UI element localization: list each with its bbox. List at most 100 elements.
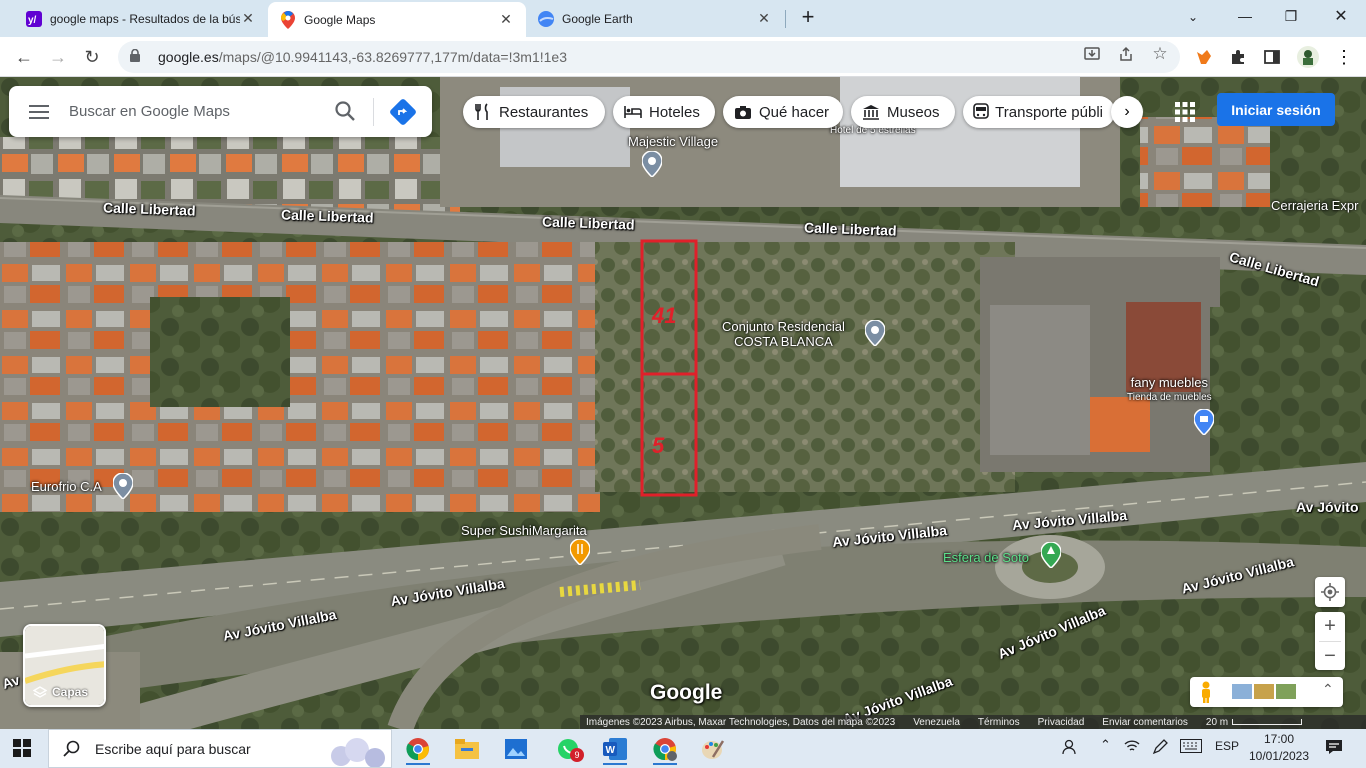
close-tab-icon[interactable]: ✕: [498, 11, 514, 28]
my-location-button[interactable]: [1315, 577, 1345, 607]
extensions-puzzle-icon[interactable]: [1226, 45, 1250, 69]
tab-title: Google Earth: [562, 11, 633, 26]
people-icon[interactable]: [1062, 739, 1080, 758]
close-window-button[interactable]: ✕: [1318, 0, 1364, 32]
taskbar-clock[interactable]: 17:00 10/01/2023: [1247, 731, 1311, 765]
chip-label: Museos: [887, 103, 940, 121]
museum-icon: [861, 102, 881, 122]
touch-keyboard-icon[interactable]: [1180, 739, 1202, 756]
restaurant-pin-icon[interactable]: [570, 539, 590, 565]
search-icon[interactable]: [333, 99, 357, 123]
directions-icon[interactable]: [389, 98, 417, 126]
new-tab-button[interactable]: +: [795, 4, 821, 30]
scale-label[interactable]: 20 m: [1206, 717, 1228, 728]
tab-search-chevron-icon[interactable]: ⌄: [1180, 4, 1206, 30]
place-label[interactable]: Cerrajeria Expr: [1271, 198, 1366, 213]
layers-toggle-button[interactable]: Capas: [23, 624, 106, 707]
taskbar-paint-icon[interactable]: [693, 732, 733, 765]
taskbar-file-explorer-icon[interactable]: [447, 732, 487, 765]
imagery-attribution: Imágenes ©2023 Airbus, Maxar Technologie…: [586, 716, 896, 728]
layers-label: Capas: [52, 685, 89, 699]
place-label[interactable]: Esfera de Soto: [943, 550, 1029, 565]
google-maps-icon: [280, 10, 296, 29]
taskbar-photos-icon[interactable]: [496, 732, 536, 765]
browser-tab-strip: y/ google maps - Resultados de la bús ✕ …: [0, 0, 1366, 37]
place-pin-icon[interactable]: [865, 320, 885, 346]
sign-in-button[interactable]: Iniciar sesión: [1217, 93, 1335, 126]
back-arrow-icon[interactable]: ←: [10, 43, 38, 71]
chrome-menu-icon[interactable]: ⋮: [1332, 45, 1356, 69]
taskbar-whatsapp-icon[interactable]: 9: [548, 732, 588, 765]
place-pin-icon[interactable]: [642, 151, 662, 177]
zoom-out-button[interactable]: −: [1315, 642, 1345, 670]
google-apps-grid-icon[interactable]: [1172, 99, 1198, 125]
google-earth-icon: [538, 10, 554, 27]
svg-text:W: W: [606, 745, 616, 756]
chip-restaurantes[interactable]: Restaurantes: [463, 96, 605, 128]
close-tab-icon[interactable]: ✕: [756, 10, 772, 27]
place-label[interactable]: Majestic Village: [628, 134, 718, 149]
bus-icon: [973, 102, 989, 122]
park-pin-icon[interactable]: [1041, 542, 1061, 568]
expand-chevron-up-icon[interactable]: ⌃: [1322, 681, 1334, 698]
crosshair-icon: [1321, 583, 1339, 601]
furniture-store-pin-icon[interactable]: [1194, 409, 1214, 435]
minimize-button[interactable]: —: [1222, 0, 1268, 32]
tab-google-maps[interactable]: Google Maps ✕: [268, 2, 526, 37]
whatsapp-badge: 9: [570, 748, 584, 762]
country-link[interactable]: Venezuela: [913, 717, 960, 728]
imagery-thumb-2[interactable]: [1254, 684, 1274, 699]
url-path: /maps/@10.9941143,-63.8269777,177m/data=…: [218, 49, 567, 65]
windows-start-icon[interactable]: [13, 739, 31, 762]
tray-chevron-up-icon[interactable]: ⌃: [1100, 737, 1111, 753]
install-app-icon[interactable]: [1083, 45, 1101, 63]
place-label[interactable]: Super SushiMargarita: [461, 523, 587, 538]
browser-toolbar: ← → ↻ google.es/maps/@10.9941143,-63.826…: [0, 37, 1366, 77]
maps-search-box: [9, 86, 432, 137]
close-tab-icon[interactable]: ✕: [240, 10, 256, 27]
place-label[interactable]: Eurofrio C.A: [31, 479, 102, 494]
chip-label: Qué hacer: [759, 103, 830, 121]
pen-icon[interactable]: [1152, 739, 1168, 758]
chip-hoteles[interactable]: Hoteles: [613, 96, 715, 128]
language-indicator[interactable]: ESP: [1215, 739, 1239, 753]
taskbar-word-icon[interactable]: W: [595, 732, 635, 765]
search-input[interactable]: [69, 103, 319, 120]
bed-icon: [623, 102, 643, 122]
place-pin-icon[interactable]: [113, 473, 133, 499]
profile-avatar[interactable]: [1296, 45, 1320, 69]
terms-link[interactable]: Términos: [978, 717, 1020, 728]
pegman-icon[interactable]: [1199, 681, 1213, 703]
wifi-icon[interactable]: [1124, 739, 1140, 756]
tab-yahoo-search[interactable]: y/ google maps - Resultados de la bús ✕: [14, 0, 268, 37]
privacy-link[interactable]: Privacidad: [1038, 717, 1085, 728]
chips-next-chevron-icon[interactable]: ›: [1111, 96, 1143, 128]
imagery-thumb-1[interactable]: [1232, 684, 1252, 699]
chip-que-hacer[interactable]: Qué hacer: [723, 96, 843, 128]
taskbar-chrome-profile-icon[interactable]: [645, 732, 685, 765]
maximize-button[interactable]: ❐: [1268, 0, 1314, 32]
notifications-icon[interactable]: [1325, 739, 1343, 758]
chip-museos[interactable]: Museos: [851, 96, 955, 128]
bookmark-star-icon[interactable]: ☆: [1151, 44, 1169, 63]
taskbar-search-box[interactable]: Escribe aquí para buscar: [48, 729, 392, 768]
tab-google-earth[interactable]: Google Earth ✕: [526, 0, 784, 37]
taskbar-chrome-icon[interactable]: [398, 732, 438, 765]
forward-arrow-icon[interactable]: →: [44, 43, 72, 71]
feedback-link[interactable]: Enviar comentarios: [1102, 717, 1188, 728]
chip-label: Hoteles: [649, 103, 700, 121]
property-lot-outline: [640, 239, 698, 497]
place-label-fany-muebles[interactable]: fany muebles Tienda de muebles: [1127, 375, 1212, 405]
zoom-in-button[interactable]: +: [1315, 612, 1345, 641]
side-panel-icon[interactable]: [1260, 45, 1284, 69]
place-label-costa-blanca[interactable]: Conjunto Residencial COSTA BLANCA: [722, 319, 845, 349]
menu-hamburger-icon[interactable]: [9, 86, 69, 137]
map-canvas[interactable]: 41 5 Calle Libertad Calle Libertad Calle…: [0, 77, 1366, 729]
url-domain: google.es: [158, 49, 219, 65]
reload-icon[interactable]: ↻: [78, 43, 106, 71]
chip-transporte-publico[interactable]: Transporte públi: [963, 96, 1115, 128]
extension-fox-icon[interactable]: [1192, 45, 1216, 69]
imagery-thumb-3[interactable]: [1276, 684, 1296, 699]
share-icon[interactable]: [1117, 45, 1135, 63]
address-bar[interactable]: google.es/maps/@10.9941143,-63.8269777,1…: [118, 41, 1180, 73]
